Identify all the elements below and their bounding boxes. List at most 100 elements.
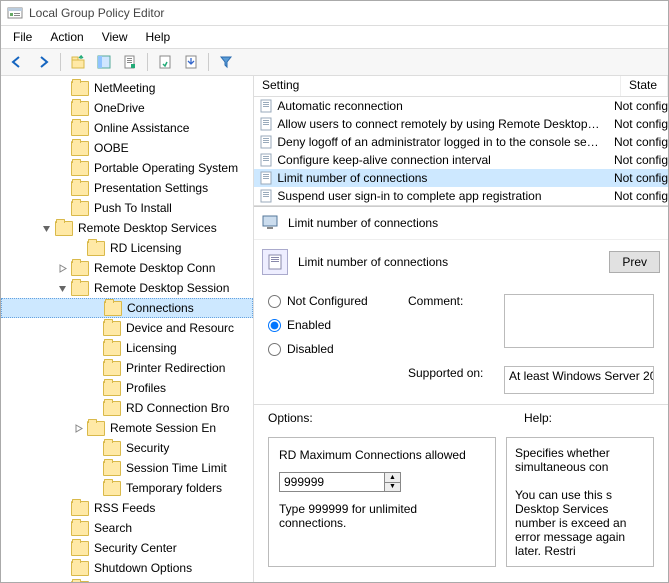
folder-icon: [103, 461, 121, 476]
chevron-right-icon[interactable]: [71, 421, 85, 435]
folder-icon: [71, 541, 89, 556]
folder-icon: [71, 201, 89, 216]
chevron-right-icon[interactable]: [55, 261, 69, 275]
tree-item[interactable]: Remote Desktop Session: [1, 278, 253, 298]
list-row[interactable]: Suspend user sign-in to complete app reg…: [254, 187, 668, 205]
col-setting[interactable]: Setting: [254, 76, 621, 96]
tree-item[interactable]: Profiles: [1, 378, 253, 398]
folder-icon: [71, 101, 89, 116]
spin-up[interactable]: ▲: [385, 473, 400, 483]
menu-help[interactable]: Help: [138, 28, 179, 46]
menu-action[interactable]: Action: [42, 28, 91, 46]
tree-item[interactable]: Presentation Settings: [1, 178, 253, 198]
tree-item[interactable]: Licensing: [1, 338, 253, 358]
folder-icon: [87, 241, 105, 256]
tree-item[interactable]: Printer Redirection: [1, 358, 253, 378]
tree-item[interactable]: Security: [1, 438, 253, 458]
folder-icon: [103, 441, 121, 456]
radio-not-configured-input[interactable]: [268, 295, 281, 308]
folder-icon: [103, 401, 121, 416]
tree-item[interactable]: Remote Desktop Conn: [1, 258, 253, 278]
spinner: ▲ ▼: [384, 473, 400, 491]
comment-field[interactable]: [504, 294, 654, 348]
tree-item[interactable]: RD Connection Bro: [1, 398, 253, 418]
tree-item-label: Temporary folders: [126, 481, 222, 495]
tree-item-label: Security: [126, 441, 169, 455]
tree-item-label: Connections: [127, 301, 194, 315]
max-connections-input[interactable]: [280, 473, 384, 491]
policy-icon: [262, 249, 288, 275]
tree-item[interactable]: OneDrive: [1, 98, 253, 118]
nav-tree[interactable]: NetMeetingOneDriveOnline AssistanceOOBEP…: [1, 76, 254, 582]
up-button[interactable]: [66, 50, 90, 74]
folder-icon: [71, 141, 89, 156]
tree-item[interactable]: Remote Desktop Services: [1, 218, 253, 238]
tree-item[interactable]: Security Center: [1, 538, 253, 558]
tree-item[interactable]: Online Assistance: [1, 118, 253, 138]
folder-icon: [71, 81, 89, 96]
list-row[interactable]: Limit number of connectionsNot config: [254, 169, 668, 187]
tree-item[interactable]: Smart Card: [1, 578, 253, 582]
expand-placeholder: [55, 201, 69, 215]
list-header: Setting State: [254, 76, 668, 97]
tree-item[interactable]: Device and Resourc: [1, 318, 253, 338]
list-setting: Deny logoff of an administrator logged i…: [277, 135, 602, 149]
list-row[interactable]: Automatic reconnectionNot config: [254, 97, 668, 115]
expand-placeholder: [87, 341, 101, 355]
radio-disabled[interactable]: Disabled: [268, 342, 388, 356]
chevron-down-icon[interactable]: [55, 281, 69, 295]
chevron-down-icon[interactable]: [39, 221, 53, 235]
tree-item[interactable]: NetMeeting: [1, 78, 253, 98]
radio-not-configured[interactable]: Not Configured: [268, 294, 388, 308]
tree-item-label: OneDrive: [94, 101, 145, 115]
list-row[interactable]: Allow users to connect remotely by using…: [254, 115, 668, 133]
tree-item-label: Device and Resourc: [126, 321, 234, 335]
list-setting: Suspend user sign-in to complete app reg…: [277, 189, 602, 203]
menu-view[interactable]: View: [94, 28, 136, 46]
back-button[interactable]: [5, 50, 29, 74]
tree-item[interactable]: RSS Feeds: [1, 498, 253, 518]
policy-item-icon: [258, 98, 273, 114]
tree-item[interactable]: OOBE: [1, 138, 253, 158]
policy-item-icon: [258, 152, 273, 168]
tree-item[interactable]: Shutdown Options: [1, 558, 253, 578]
col-state[interactable]: State: [621, 76, 668, 96]
expand-placeholder: [55, 141, 69, 155]
list-state: Not config: [606, 117, 668, 131]
menu-file[interactable]: File: [5, 28, 40, 46]
policy-item-icon: [258, 170, 273, 186]
tree-item[interactable]: Remote Session En: [1, 418, 253, 438]
radio-disabled-input[interactable]: [268, 343, 281, 356]
settings-list[interactable]: Automatic reconnectionNot configAllow us…: [254, 97, 668, 206]
supported-field: At least Windows Server 2003: [504, 366, 654, 394]
folder-icon: [71, 161, 89, 176]
list-row[interactable]: Deny logoff of an administrator logged i…: [254, 133, 668, 151]
tree-item[interactable]: Temporary folders: [1, 478, 253, 498]
tree-item[interactable]: Search: [1, 518, 253, 538]
export-button[interactable]: [179, 50, 203, 74]
max-connections-field[interactable]: ▲ ▼: [279, 472, 401, 492]
expand-placeholder: [55, 121, 69, 135]
radio-enabled-input[interactable]: [268, 319, 281, 332]
folder-icon: [71, 281, 89, 296]
tree-item[interactable]: Push To Install: [1, 198, 253, 218]
properties-button[interactable]: [118, 50, 142, 74]
policy-dialog: Limit number of connections Limit number…: [254, 206, 668, 582]
radio-enabled[interactable]: Enabled: [268, 318, 388, 332]
refresh-button[interactable]: [153, 50, 177, 74]
show-hide-tree-button[interactable]: [92, 50, 116, 74]
tree-item[interactable]: Portable Operating System: [1, 158, 253, 178]
tree-item[interactable]: Session Time Limit: [1, 458, 253, 478]
filter-button[interactable]: [214, 50, 238, 74]
list-row[interactable]: Configure keep-alive connection interval…: [254, 151, 668, 169]
options-label: Options:: [268, 411, 484, 425]
expand-placeholder: [55, 81, 69, 95]
dialog-header-title: Limit number of connections: [288, 216, 438, 230]
prev-button[interactable]: Prev: [609, 251, 660, 273]
tree-item[interactable]: RD Licensing: [1, 238, 253, 258]
tree-item[interactable]: Connections: [1, 298, 253, 318]
spin-down[interactable]: ▼: [385, 483, 400, 492]
tree-item-label: Licensing: [126, 341, 177, 355]
tree-item-label: NetMeeting: [94, 81, 155, 95]
forward-button[interactable]: [31, 50, 55, 74]
